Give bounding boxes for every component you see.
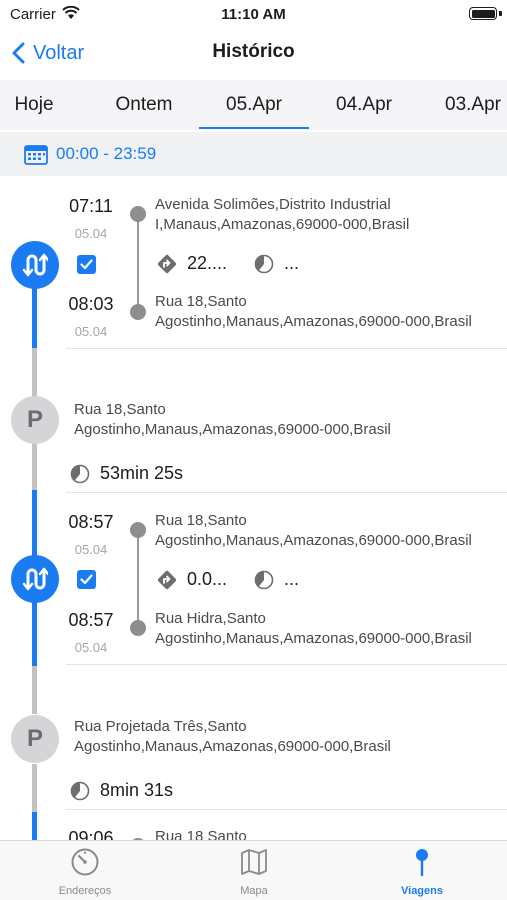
trip-duration: ... [254, 569, 299, 590]
calendar-icon [24, 145, 48, 165]
tab-label: Viagens [401, 885, 443, 897]
checkmark-icon [80, 574, 93, 585]
parking-icon: P [11, 715, 59, 763]
address-line: Rua 18,Santo [74, 401, 166, 418]
direction-icon [157, 570, 177, 589]
date-tabs: Hoje Ontem 05.Apr 04.Apr 03.Apr [0, 80, 507, 130]
trip-route-line [137, 530, 139, 630]
address-line: Rua Projetada Três,Santo [74, 718, 247, 735]
tab-label: Mapa [240, 885, 268, 897]
speedometer-icon [71, 848, 99, 876]
time-range-label: 00:00 - 23:59 [56, 144, 157, 163]
trip-start-time: 09:06 [68, 828, 114, 840]
divider [66, 664, 507, 665]
clock-icon [254, 570, 274, 589]
address-line: Agostinho,Manaus,Amazonas,69000-000,Bras… [155, 532, 472, 549]
divider [66, 492, 507, 493]
address-line: Agostinho,Manaus,Amazonas,69000-000,Bras… [155, 313, 472, 330]
trip-duration-value: ... [284, 569, 300, 589]
battery-tip [499, 11, 502, 16]
trip-distance-value: 0.0... [187, 569, 228, 589]
trip-route-icon [11, 555, 59, 603]
status-time: 11:10 AM [221, 6, 286, 23]
stop-duration: 53min 25s [70, 463, 183, 484]
clock-icon [70, 781, 90, 800]
trip-end-time: 08:03 [68, 294, 114, 314]
tab-04-apr[interactable]: 04.Apr [319, 80, 409, 130]
address-line: Rua 18,Santo [155, 512, 247, 529]
history-timeline[interactable]: 07:11 05.04 08:03 05.04 Avenida Solimões… [0, 178, 507, 840]
address-line: Rua Hidra,Santo [155, 610, 266, 627]
map-icon [241, 849, 267, 875]
timeline-segment-trip [32, 812, 37, 840]
trip-distance-value: 22.... [187, 253, 228, 273]
divider [66, 348, 507, 349]
trip-end-address: Rua 18,Santo Agostinho,Manaus,Amazonas,6… [155, 292, 507, 332]
address-line: Rua 18 Santo [155, 828, 247, 840]
timeline-segment-stop [32, 348, 37, 398]
trip-end-dot [130, 620, 146, 636]
page-title: Histórico [212, 41, 295, 62]
timeline-segment-stop [32, 764, 37, 812]
address-line: Agostinho,Manaus,Amazonas,69000-000,Bras… [74, 738, 391, 755]
parking-icon: P [11, 396, 59, 444]
trip-duration: ... [254, 253, 299, 274]
stop-duration-value: 53min 25s [100, 463, 184, 483]
battery-icon [469, 7, 497, 20]
trip-distance: 22.... [157, 253, 227, 274]
trip-end-date: 05.04 [74, 640, 108, 655]
trip-start-dot [130, 522, 146, 538]
trip-start-address: Avenida Solimões,Distrito Industrial I,M… [155, 195, 507, 235]
trip-start-dot [130, 206, 146, 222]
tab-hoje[interactable]: Hoje [0, 80, 68, 130]
stop-address: Rua Projetada Três,Santo Agostinho,Manau… [74, 717, 494, 757]
trip-end-date: 05.04 [74, 324, 108, 339]
clock-icon [254, 254, 274, 273]
trip-checkbox[interactable] [77, 255, 96, 274]
stop-duration-value: 8min 31s [100, 780, 174, 800]
nav-bar: Voltar Histórico [0, 30, 507, 76]
address-line: Avenida Solimões,Distrito Industrial [155, 196, 391, 213]
checkmark-icon [80, 259, 93, 270]
trip-start-time: 08:57 [68, 512, 114, 532]
time-range-bar: 00:00 - 23:59 [0, 132, 507, 176]
timeline-segment-stop [32, 666, 37, 714]
address-line: Agostinho,Manaus,Amazonas,69000-000,Bras… [155, 630, 472, 647]
tab-enderecos[interactable]: Endereços [25, 847, 145, 897]
direction-icon [157, 254, 177, 273]
tab-viagens[interactable]: Viagens [362, 847, 482, 897]
trip-end-time: 08:57 [68, 610, 114, 630]
status-bar: Carrier 11:10 AM [0, 0, 507, 30]
address-line: I,Manaus,Amazonas,69000-000,Brasil [155, 216, 410, 233]
pin-icon [416, 849, 428, 877]
trip-end-dot [130, 304, 146, 320]
stop-duration: 8min 31s [70, 780, 173, 801]
trip-start-address: Rua 18,Santo Agostinho,Manaus,Amazonas,6… [155, 511, 507, 551]
trip-start-address: Rua 18 Santo [155, 827, 507, 840]
trip-start-date: 05.04 [74, 542, 108, 557]
trip-start-time: 07:11 [69, 196, 113, 216]
tab-05-apr[interactable]: 05.Apr [199, 80, 309, 130]
tab-03-apr[interactable]: 03.Apr [428, 80, 507, 130]
address-line: Agostinho,Manaus,Amazonas,69000-000,Bras… [74, 421, 391, 438]
clock-icon [70, 464, 90, 483]
timeline-segment-stop [32, 440, 37, 490]
trip-route-line [137, 214, 139, 314]
trip-route-icon [11, 241, 59, 289]
time-range-button[interactable]: 00:00 - 23:59 [24, 143, 156, 165]
trip-start-date: 05.04 [74, 226, 108, 241]
trip-distance: 0.0... [157, 569, 227, 590]
trip-end-address: Rua Hidra,Santo Agostinho,Manaus,Amazona… [155, 609, 507, 649]
tab-ontem[interactable]: Ontem [99, 80, 189, 130]
divider [66, 809, 507, 810]
address-line: Rua 18,Santo [155, 293, 247, 310]
bottom-tab-bar: Endereços Mapa Viagens [0, 840, 507, 900]
trip-duration-value: ... [284, 253, 300, 273]
trip-checkbox[interactable] [77, 570, 96, 589]
tab-mapa[interactable]: Mapa [194, 847, 314, 897]
stop-address: Rua 18,Santo Agostinho,Manaus,Amazonas,6… [74, 400, 494, 440]
tab-label: Endereços [58, 885, 112, 897]
